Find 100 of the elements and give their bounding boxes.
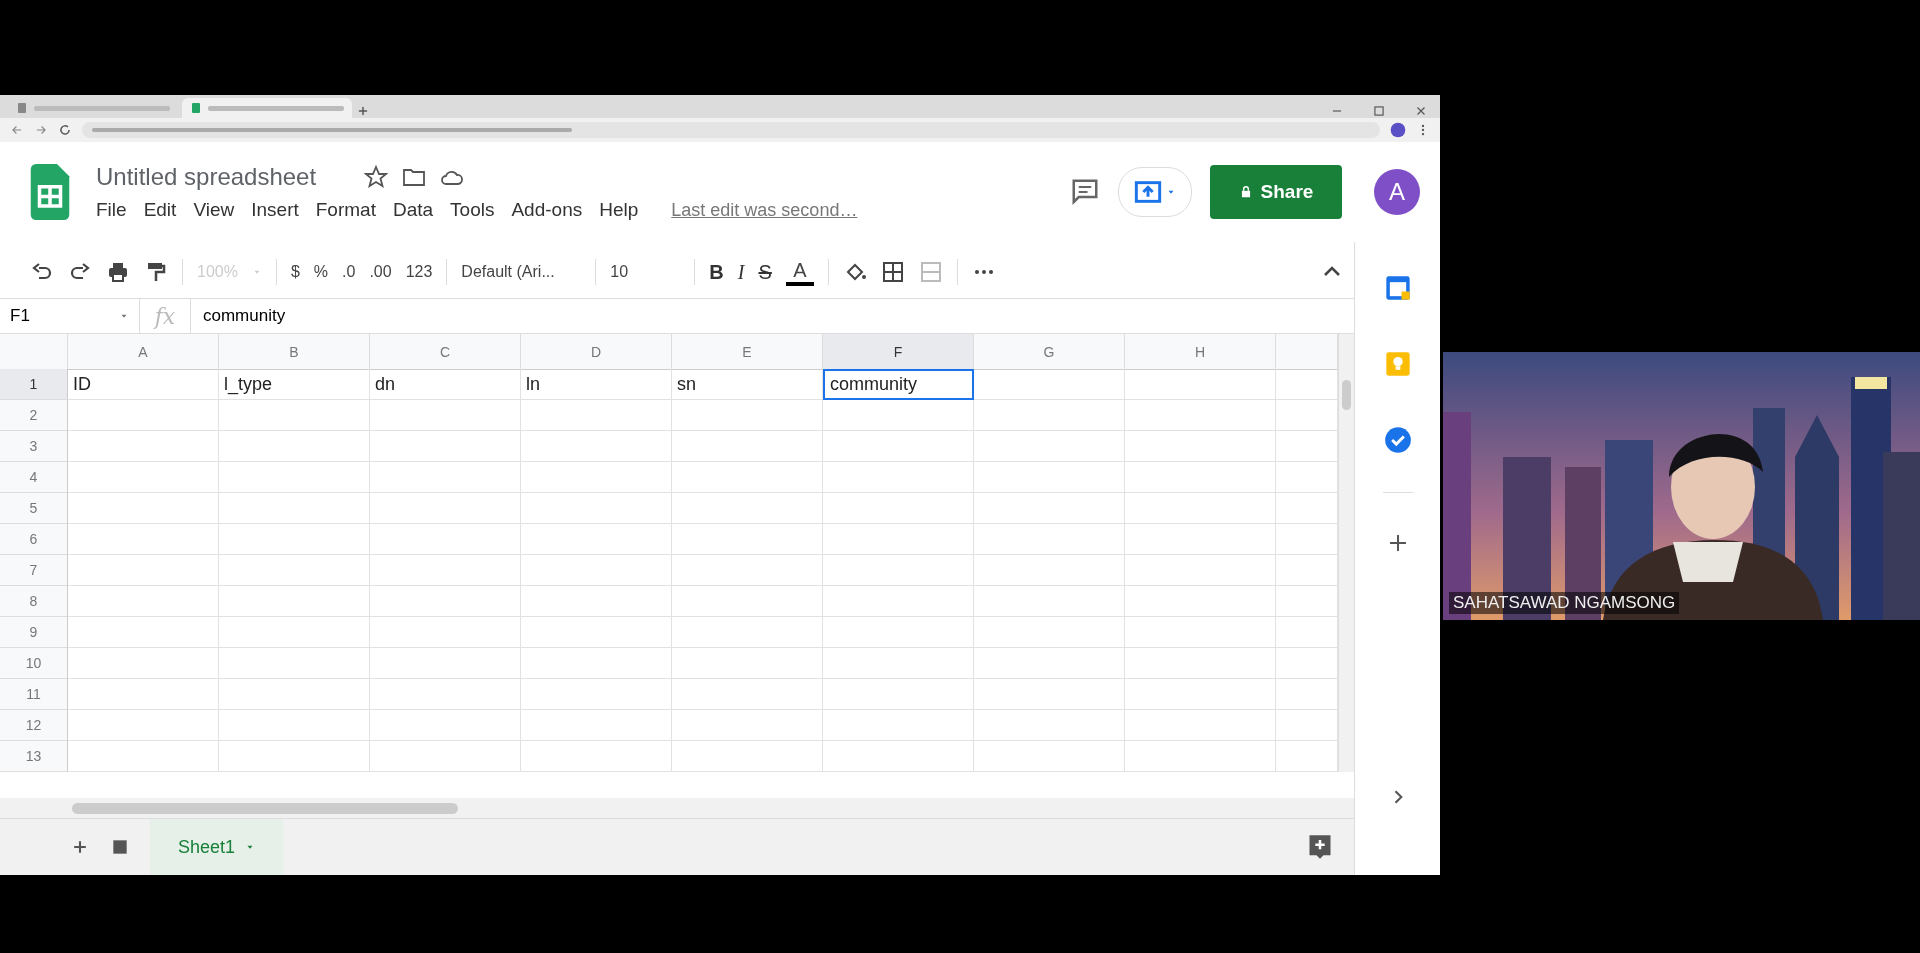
table-cell[interactable] — [823, 679, 974, 710]
menu-item[interactable]: Edit — [143, 199, 177, 221]
row-header[interactable]: 6 — [0, 524, 68, 555]
table-cell[interactable] — [974, 555, 1125, 586]
row-header[interactable]: 3 — [0, 431, 68, 462]
format-button[interactable]: % — [313, 263, 329, 281]
table-cell[interactable] — [1125, 617, 1276, 648]
column-header[interactable]: F — [823, 334, 974, 370]
table-cell[interactable] — [521, 679, 672, 710]
table-cell[interactable] — [1125, 586, 1276, 617]
scrollbar-thumb[interactable] — [1342, 380, 1351, 410]
text-style-button[interactable]: S — [758, 260, 772, 284]
table-cell[interactable] — [1125, 493, 1276, 524]
format-button[interactable]: .00 — [369, 263, 392, 281]
table-cell[interactable] — [672, 586, 823, 617]
select-all-corner[interactable] — [0, 334, 68, 370]
comment-icon[interactable] — [1070, 177, 1100, 207]
table-cell[interactable] — [370, 400, 521, 431]
table-cell[interactable] — [672, 400, 823, 431]
table-cell[interactable] — [68, 431, 219, 462]
table-cell[interactable] — [219, 462, 370, 493]
table-cell[interactable] — [1125, 741, 1276, 772]
table-cell[interactable]: l_type — [219, 369, 370, 400]
table-cell[interactable] — [370, 462, 521, 493]
table-cell[interactable] — [823, 462, 974, 493]
table-cell[interactable] — [521, 524, 672, 555]
maximize-icon[interactable] — [1372, 104, 1386, 118]
table-cell[interactable] — [823, 493, 974, 524]
table-cell[interactable] — [974, 400, 1125, 431]
table-cell[interactable] — [370, 648, 521, 679]
table-cell[interactable]: sn — [672, 369, 823, 400]
row-header[interactable]: 4 — [0, 462, 68, 493]
menu-item[interactable]: Format — [315, 199, 376, 221]
browser-tab[interactable] — [182, 98, 352, 118]
table-cell[interactable] — [1125, 431, 1276, 462]
table-cell[interactable] — [974, 431, 1125, 462]
row-header[interactable]: 2 — [0, 400, 68, 431]
table-cell[interactable] — [672, 555, 823, 586]
menu-item[interactable]: View — [193, 199, 235, 221]
table-cell[interactable] — [521, 462, 672, 493]
table-cell[interactable] — [521, 431, 672, 462]
table-cell[interactable] — [68, 400, 219, 431]
reload-icon[interactable] — [58, 123, 72, 137]
scrollbar-thumb[interactable] — [72, 802, 458, 814]
account-avatar[interactable]: A — [1374, 169, 1420, 215]
menu-item[interactable]: Insert — [251, 199, 299, 221]
row-header[interactable]: 5 — [0, 493, 68, 524]
table-cell[interactable]: ln — [521, 369, 672, 400]
table-cell[interactable] — [974, 586, 1125, 617]
sheet-list-icon[interactable] — [110, 837, 130, 857]
print-icon[interactable] — [106, 260, 130, 284]
table-cell[interactable] — [1125, 555, 1276, 586]
table-cell[interactable] — [219, 493, 370, 524]
table-cell[interactable] — [1125, 369, 1276, 400]
table-cell[interactable] — [974, 710, 1125, 741]
format-button[interactable]: .0 — [342, 263, 356, 281]
table-cell[interactable] — [68, 586, 219, 617]
star-icon[interactable] — [364, 165, 389, 189]
row-header[interactable]: 9 — [0, 617, 68, 648]
table-cell[interactable] — [370, 493, 521, 524]
table-cell[interactable] — [823, 400, 974, 431]
table-cell[interactable] — [68, 524, 219, 555]
table-cell[interactable] — [974, 648, 1125, 679]
menu-item[interactable]: File — [96, 199, 127, 221]
table-cell[interactable] — [974, 462, 1125, 493]
table-cell[interactable] — [974, 617, 1125, 648]
avatar-icon[interactable] — [1390, 122, 1406, 138]
formula-input[interactable]: community — [190, 299, 286, 333]
table-cell[interactable] — [370, 524, 521, 555]
table-cell[interactable]: community — [823, 369, 974, 400]
table-cell[interactable] — [672, 741, 823, 772]
row-header[interactable]: 7 — [0, 555, 68, 586]
table-cell[interactable] — [521, 617, 672, 648]
table-cell[interactable] — [672, 617, 823, 648]
table-cell[interactable] — [823, 617, 974, 648]
table-cell[interactable] — [974, 369, 1125, 400]
table-cell[interactable] — [672, 710, 823, 741]
table-cell[interactable] — [521, 400, 672, 431]
table-cell[interactable] — [823, 431, 974, 462]
column-header[interactable]: H — [1125, 334, 1276, 370]
table-cell[interactable] — [1125, 400, 1276, 431]
font-select[interactable]: Default (Ari... — [461, 263, 582, 281]
table-cell[interactable] — [672, 493, 823, 524]
table-cell[interactable] — [1125, 679, 1276, 710]
column-header[interactable]: C — [370, 334, 521, 370]
table-cell[interactable] — [219, 648, 370, 679]
table-cell[interactable] — [672, 431, 823, 462]
row-header[interactable]: 13 — [0, 741, 68, 772]
table-cell[interactable] — [974, 493, 1125, 524]
table-cell[interactable] — [672, 648, 823, 679]
table-cell[interactable] — [219, 555, 370, 586]
table-cell[interactable] — [219, 617, 370, 648]
table-cell[interactable] — [1125, 462, 1276, 493]
table-cell[interactable] — [823, 524, 974, 555]
table-cell[interactable] — [68, 493, 219, 524]
table-cell[interactable] — [974, 741, 1125, 772]
text-style-button[interactable]: I — [737, 260, 745, 284]
table-cell[interactable] — [823, 648, 974, 679]
column-header[interactable]: G — [974, 334, 1125, 370]
table-cell[interactable] — [823, 710, 974, 741]
